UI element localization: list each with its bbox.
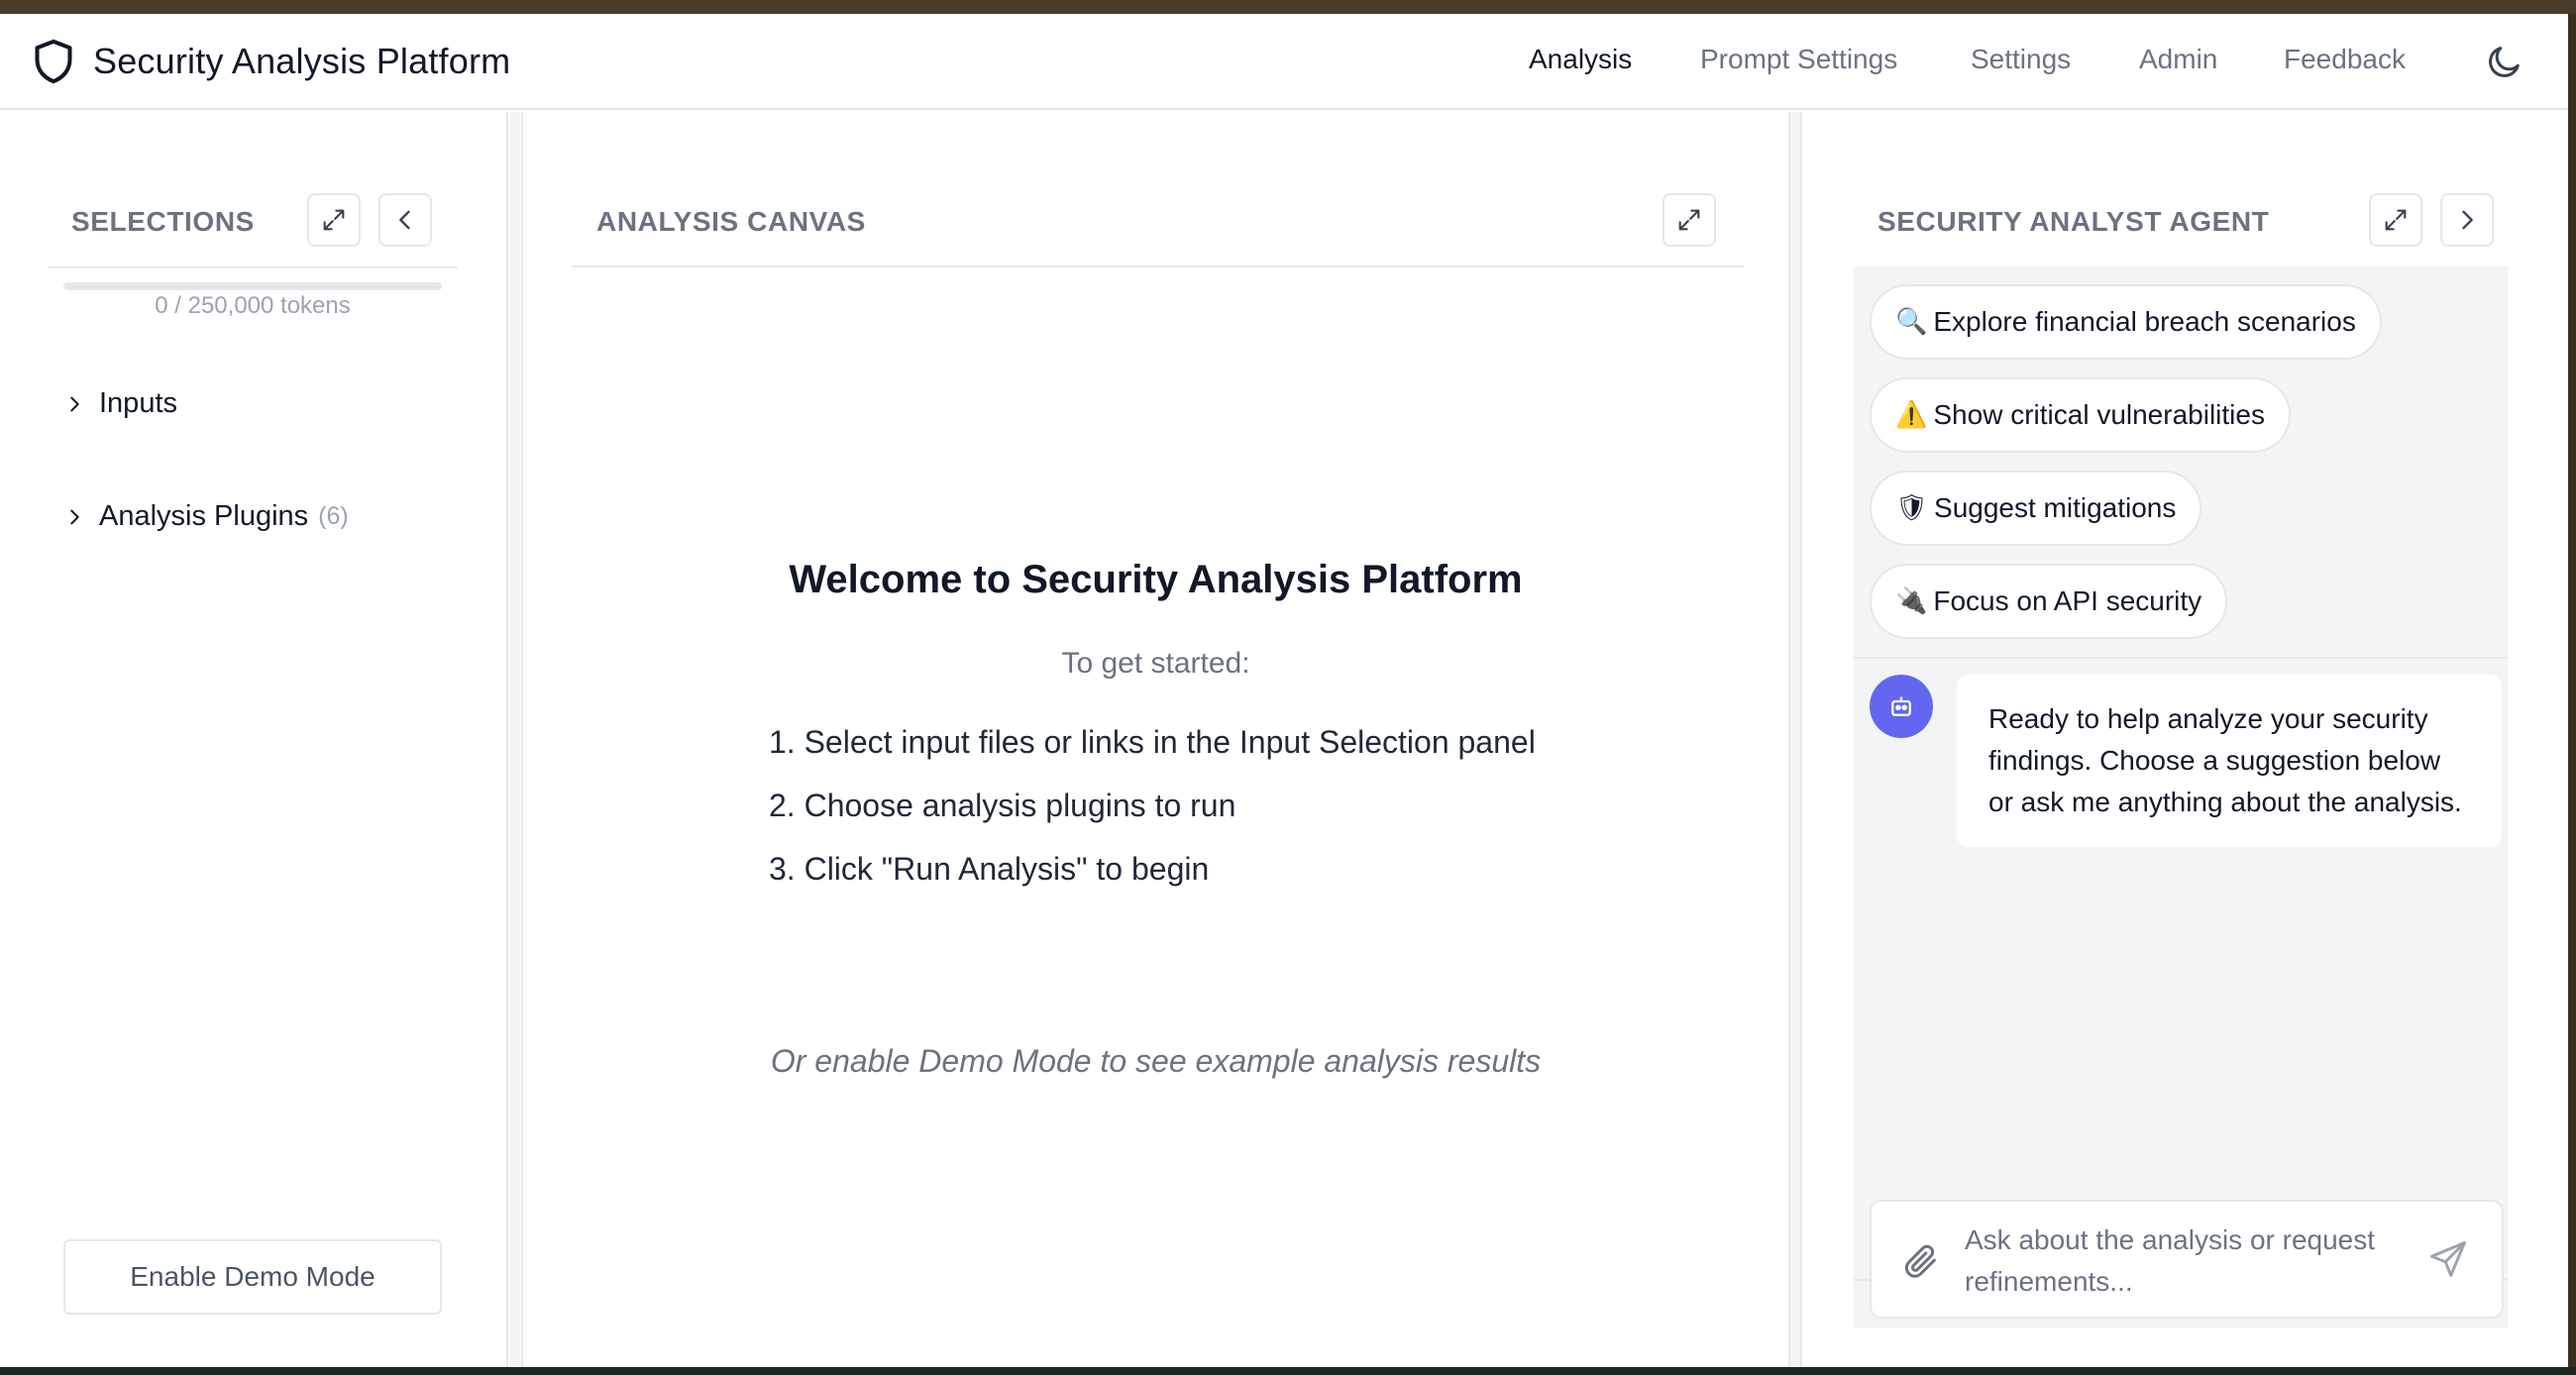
- expand-agent-button[interactable]: [2369, 193, 2422, 247]
- collapse-agent-button[interactable]: [2440, 193, 2494, 247]
- suggestion-chip-critical-vulns[interactable]: ⚠️ Show critical vulnerabilities: [1870, 377, 2291, 453]
- canvas-title: ANALYSIS CANVAS: [596, 206, 866, 237]
- plug-icon: 🔌: [1895, 586, 1928, 616]
- suggestion-chip-mitigations[interactable]: 🛡 Suggest mitigations: [1870, 471, 2202, 546]
- expand-icon: [2385, 209, 2407, 231]
- top-navbar: Security Analysis Platform Analysis Prom…: [0, 14, 2568, 110]
- chat-input-box: [1870, 1200, 2504, 1319]
- selections-panel: SELECTIONS 0 / 250,000 tokens Inputs Ana…: [0, 112, 508, 1367]
- chat-area: 🔍 Explore financial breach scenarios ⚠️ …: [1854, 266, 2508, 1328]
- nav-prompt-settings[interactable]: Prompt Settings: [1700, 44, 1897, 75]
- suggestion-chip-api-security[interactable]: 🔌 Focus on API security: [1870, 564, 2228, 639]
- desktop-bottom-strip: [0, 1367, 2576, 1375]
- send-icon[interactable]: [2426, 1237, 2470, 1281]
- nav-analysis[interactable]: Analysis: [1529, 44, 1632, 75]
- divider: [1854, 657, 2508, 659]
- token-progress-bar: [63, 282, 442, 290]
- suggestion-label: Focus on API security: [1933, 585, 2202, 616]
- chevron-right-icon: [70, 396, 79, 411]
- magnifier-icon: 🔍: [1895, 307, 1928, 337]
- resize-handle-left[interactable]: [510, 112, 520, 1367]
- brand[interactable]: Security Analysis Platform: [32, 38, 510, 85]
- nav-feedback[interactable]: Feedback: [2284, 44, 2406, 75]
- collapse-selections-button[interactable]: [378, 193, 432, 247]
- app-title: Security Analysis Platform: [93, 41, 511, 81]
- divider: [573, 265, 1744, 267]
- step-item: 3. Click "Run Analysis" to begin: [769, 851, 1210, 887]
- step-item: 2. Choose analysis plugins to run: [769, 788, 1236, 823]
- chevron-right-icon: [70, 509, 79, 524]
- moon-icon[interactable]: [2485, 42, 2524, 81]
- paperclip-icon[interactable]: [1901, 1241, 1941, 1281]
- security-agent-panel: SECURITY ANALYST AGENT 🔍 Explore financi…: [1800, 112, 2568, 1367]
- chat-input-container: [1854, 1200, 2508, 1319]
- agent-title: SECURITY ANALYST AGENT: [1878, 206, 2270, 237]
- suggestion-chip-financial-breach[interactable]: 🔍 Explore financial breach scenarios: [1870, 284, 2382, 360]
- step-item: 1. Select input files or links in the In…: [769, 724, 1536, 760]
- welcome-title: Welcome to Security Analysis Platform: [789, 558, 1523, 601]
- expand-canvas-button[interactable]: [1663, 193, 1716, 247]
- app-window: Security Analysis Platform Analysis Prom…: [0, 14, 2568, 1367]
- tree-label-analysis-plugins: Analysis Plugins: [99, 500, 309, 532]
- analysis-canvas-panel: ANALYSIS CANVAS Welcome to Security Anal…: [521, 112, 1790, 1367]
- suggestion-label: Suggest mitigations: [1934, 492, 2177, 523]
- shield-icon: 🛡: [1895, 493, 1929, 523]
- robot-icon: [1891, 696, 1911, 716]
- enable-demo-mode-button[interactable]: Enable Demo Mode: [63, 1239, 442, 1315]
- expand-selections-button[interactable]: [307, 193, 361, 247]
- nav-admin[interactable]: Admin: [2139, 44, 2217, 75]
- chevron-right-icon: [2462, 210, 2473, 230]
- divider: [48, 266, 458, 268]
- desktop-top-strip: [0, 0, 2576, 14]
- tree-item-inputs[interactable]: Inputs: [63, 387, 177, 420]
- expand-icon: [1678, 209, 1700, 231]
- suggestion-label: Show critical vulnerabilities: [1933, 399, 2265, 430]
- expand-icon: [323, 209, 345, 231]
- selections-title: SELECTIONS: [71, 206, 255, 237]
- nav-settings[interactable]: Settings: [1971, 44, 2071, 75]
- chevron-left-icon: [399, 210, 410, 230]
- demo-mode-hint: Or enable Demo Mode to see example analy…: [770, 1043, 1542, 1079]
- steps-list: 1. Select input files or links in the In…: [769, 710, 1536, 900]
- token-count: 0 / 250,000 tokens: [155, 292, 351, 319]
- shield-icon: [35, 39, 72, 84]
- plugin-count-badge: (6): [318, 502, 349, 530]
- warning-icon: ⚠️: [1895, 400, 1928, 430]
- agent-avatar: [1870, 675, 1933, 738]
- welcome-subtitle: To get started:: [1061, 647, 1250, 680]
- agent-message: Ready to help analyze your security find…: [1957, 675, 2502, 847]
- resize-handle-right[interactable]: [1790, 112, 1800, 1367]
- suggestion-label: Explore financial breach scenarios: [1933, 306, 2356, 337]
- chat-input[interactable]: [1965, 1219, 2420, 1305]
- tree-item-analysis-plugins[interactable]: Analysis Plugins (6): [63, 500, 349, 533]
- tree-label-inputs: Inputs: [99, 387, 177, 419]
